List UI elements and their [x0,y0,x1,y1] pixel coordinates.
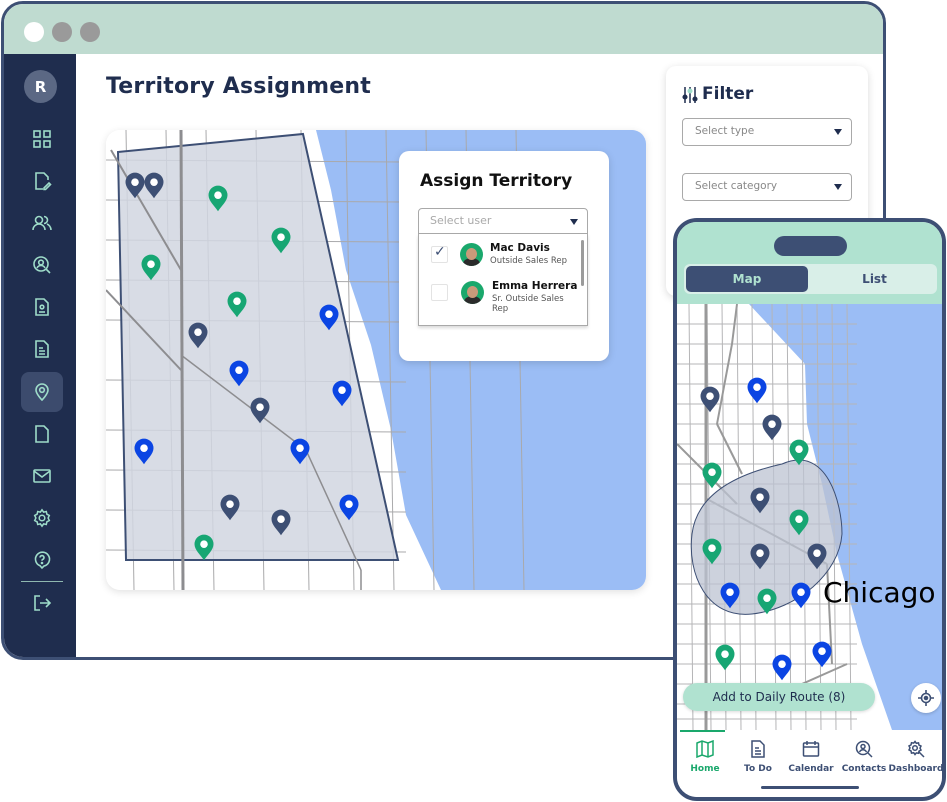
edit-document-icon [35,172,52,191]
user-checkbox[interactable] [431,284,448,301]
user-name: Mac Davis [490,242,550,254]
mobile-map-canvas[interactable]: Chicago [677,304,942,730]
document-lines-icon [751,740,765,758]
tab-home[interactable]: Home [677,740,733,774]
logout-icon [34,595,52,611]
user-option[interactable]: ✓ Mac Davis Outside Sales Rep [419,236,579,272]
tab-label: Dashboard [888,764,944,774]
user-list: ✓ Mac Davis Outside Sales Rep Emma Herre… [418,234,588,326]
window-titlebar [4,4,883,54]
sidebar-item-search-contact[interactable] [21,245,63,285]
sidebar-item-dashboard[interactable] [21,119,63,159]
map-street [179,130,185,590]
filter-title: Filter [702,84,754,104]
search-user-icon [855,740,873,758]
sidebar-item-logout[interactable] [21,583,63,623]
tab-label: Home [690,764,720,774]
gear-icon [33,508,51,528]
add-to-daily-route-button[interactable]: Add to Daily Route (8) [683,683,875,711]
mobile-header: Map List [677,222,942,304]
users-icon [32,215,52,231]
window-minimize-button[interactable] [52,22,72,42]
sidebar-divider [21,581,63,582]
active-tab-indicator [680,730,725,732]
select-user-placeholder: Select user [430,214,492,227]
location-pin-icon [35,383,49,402]
sidebar-item-settings[interactable] [21,498,63,538]
checkmark-icon: ✓ [434,244,446,260]
sidebar: R [4,54,76,657]
filter-sliders-icon [682,87,698,103]
tab-calendar[interactable]: Calendar [783,740,839,774]
assign-territory-title: Assign Territory [420,171,573,191]
user-role: Outside Sales Rep [490,256,568,266]
locate-me-button[interactable] [911,683,941,713]
window-maximize-button[interactable] [80,22,100,42]
sidebar-item-help[interactable] [21,540,63,580]
bottom-tab-bar: Home To Do Calendar Contacts Dashboard [677,730,944,797]
calendar-icon [802,741,820,757]
select-type-dropdown[interactable]: Select type [682,118,852,146]
grid-icon [33,130,51,148]
window-close-button[interactable] [24,22,44,42]
sidebar-item-file[interactable] [21,414,63,454]
tab-todo[interactable]: To Do [730,740,786,774]
chevron-down-icon [834,129,842,135]
phone-notch [774,236,847,256]
document-lines-icon [35,340,49,358]
chevron-down-icon [834,184,842,190]
dashboard-gear-icon [907,740,925,758]
avatar [460,243,483,266]
app-logo[interactable]: R [24,70,57,103]
assign-territory-panel: Assign Territory Select user ✓ Mac Davis… [399,151,609,361]
logo-letter: R [34,77,47,96]
crosshair-icon [918,690,934,706]
user-role: Sr. Outside Sales Rep [492,294,564,314]
sidebar-item-territory[interactable] [21,372,63,412]
select-category-dropdown[interactable]: Select category [682,173,852,201]
sidebar-item-edit-document[interactable] [21,161,63,201]
search-user-icon [33,256,51,274]
user-checkbox[interactable]: ✓ [431,244,448,263]
sidebar-item-mail[interactable] [21,456,63,496]
list-scrollbar[interactable] [581,240,584,286]
user-name: Emma Herrera [492,280,578,292]
avatar [461,281,484,304]
user-option[interactable]: Emma Herrera Sr. Outside Sales Rep [419,274,579,314]
chevron-down-icon [570,219,578,225]
tab-contacts[interactable]: Contacts [836,740,892,774]
contact-card-icon [35,298,49,316]
sidebar-item-contact-card[interactable] [21,287,63,327]
file-icon [35,425,49,443]
mobile-device: Map List Chicago Add to Daily Route (8) … [673,218,946,801]
tab-label: Calendar [788,764,834,774]
map-icon [696,740,714,758]
select-type-placeholder: Select type [695,125,755,137]
mail-icon [33,469,51,483]
sidebar-item-users[interactable] [21,203,63,243]
help-icon [34,551,51,570]
tab-list[interactable]: List [814,266,935,292]
sidebar-item-document-list[interactable] [21,329,63,369]
page-title: Territory Assignment [106,74,371,99]
mobile-map[interactable]: Chicago [677,304,942,730]
home-indicator [761,786,859,789]
tab-map[interactable]: Map [686,266,808,292]
select-category-placeholder: Select category [695,180,778,192]
select-user-dropdown[interactable]: Select user [418,208,588,234]
tab-dashboard[interactable]: Dashboard [888,740,944,774]
tab-label: To Do [744,764,772,774]
view-toggle: Map List [684,264,937,294]
tab-label: Contacts [841,764,887,774]
city-label: Chicago [823,576,936,609]
